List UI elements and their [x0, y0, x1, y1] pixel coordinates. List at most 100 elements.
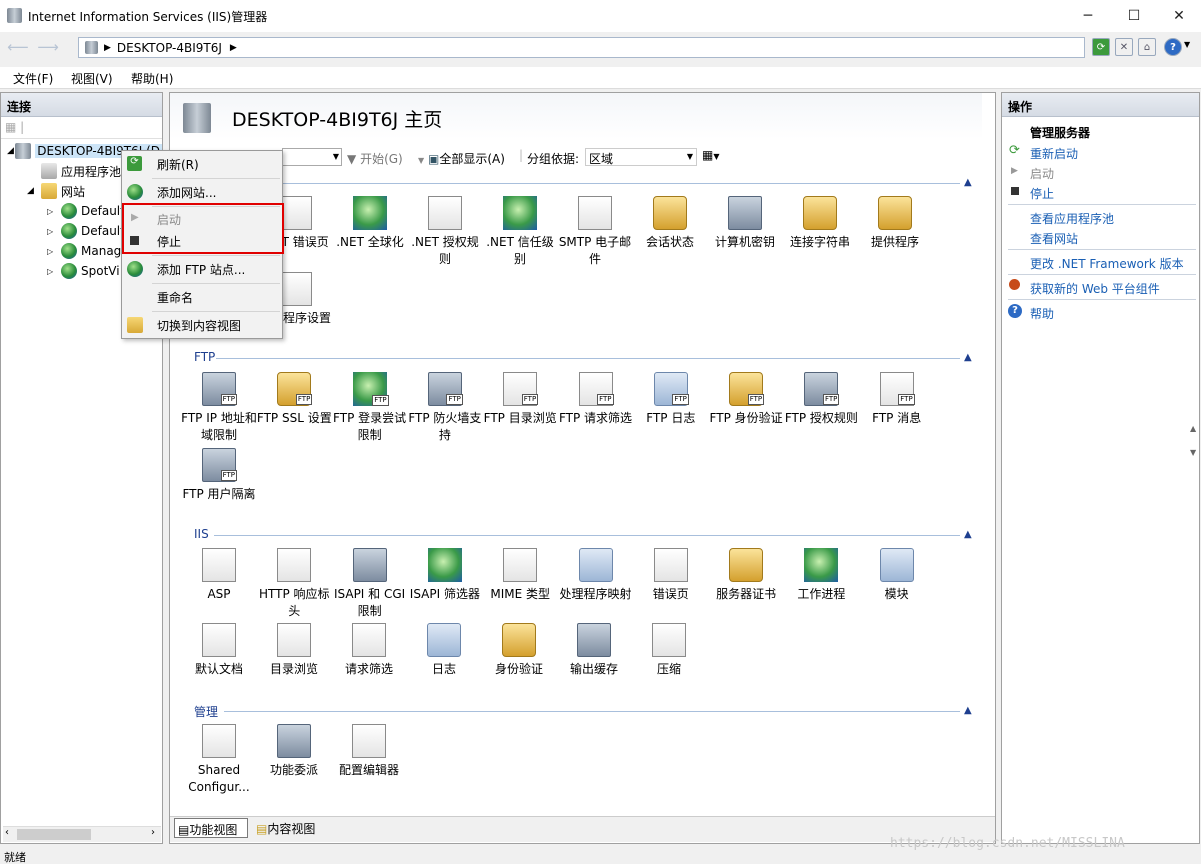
view-mode-button[interactable]: ▦▼	[702, 148, 720, 162]
feature-item[interactable]: 计算机密钥	[707, 196, 783, 280]
address-field[interactable]: ▶ DESKTOP-4BI9T6J ▶	[78, 37, 1085, 58]
feature-item[interactable]: FTP FTP 请求筛选	[558, 372, 634, 456]
ctx-add-ftp[interactable]: 添加 FTP 站点...	[122, 258, 282, 280]
feature-item[interactable]: .NET 授权规则	[407, 196, 483, 280]
feature-item[interactable]: FTP FTP 消息	[859, 372, 935, 456]
feature-icon	[352, 623, 386, 657]
feature-icon	[427, 548, 462, 582]
feature-item[interactable]: 功能委派	[256, 724, 332, 808]
feature-item[interactable]: ASP	[181, 548, 257, 632]
action-help[interactable]: 帮助	[1030, 305, 1054, 322]
forward-button[interactable]: ⟶	[34, 36, 62, 58]
menu-help[interactable]: 帮助(H)	[131, 70, 173, 87]
feature-item[interactable]: ISAPI 和 CGI 限制	[332, 548, 408, 632]
refresh-toolbar-button[interactable]: ⟳	[1092, 38, 1110, 56]
feature-item[interactable]: 默认文档	[181, 623, 257, 707]
menu-file[interactable]: 文件(F)	[13, 70, 53, 87]
scroll-left-icon[interactable]: ‹	[5, 827, 9, 838]
back-button[interactable]: ⟵	[4, 36, 32, 58]
feature-item[interactable]: FTP FTP IP 地址和域限制	[181, 372, 257, 456]
tab-features-view[interactable]: ▤功能视图	[174, 818, 248, 838]
feature-item[interactable]: 日志	[406, 623, 482, 707]
feature-item[interactable]: 身份验证	[481, 623, 557, 707]
stop-toolbar-button[interactable]: ✕	[1115, 38, 1133, 56]
collapse-icon[interactable]: ◢	[27, 186, 41, 196]
expand-icon[interactable]: ▷	[47, 227, 61, 236]
feature-item[interactable]: MIME 类型	[482, 548, 558, 632]
collapse-section-icon[interactable]: ▲	[964, 177, 972, 188]
feature-item[interactable]: 连接字符串	[782, 196, 858, 280]
scroll-right-icon[interactable]: ›	[151, 827, 155, 838]
home-toolbar-button[interactable]: ⌂	[1138, 38, 1156, 56]
feature-item[interactable]: FTP FTP 授权规则	[783, 372, 859, 456]
collapse-section-icon[interactable]: ▲	[964, 705, 972, 716]
action-restart[interactable]: 重新启动	[1030, 145, 1078, 162]
ftp-badge-icon: FTP	[898, 394, 915, 405]
filter-input[interactable]: ▼	[282, 148, 342, 166]
help-toolbar-button[interactable]: ?	[1164, 38, 1182, 56]
ctx-refresh[interactable]: ⟳ 刷新(R)	[122, 153, 282, 175]
feature-item[interactable]: 模块	[859, 548, 935, 632]
feature-item[interactable]: 错误页	[633, 548, 709, 632]
group-by-select[interactable]: 区域 ▼	[585, 148, 697, 166]
feature-item[interactable]: 工作进程	[783, 548, 859, 632]
show-all-button[interactable]: ▼ ▣全部显示(A)	[418, 150, 505, 167]
feature-item[interactable]: FTP FTP 用户隔离	[181, 448, 257, 532]
feature-item[interactable]: 输出缓存	[556, 623, 632, 707]
feature-icon	[728, 196, 762, 230]
tab-content-view[interactable]: ▤内容视图	[253, 820, 318, 837]
scroll-thumb[interactable]	[17, 829, 91, 840]
section-header-ftp[interactable]: FTP	[194, 350, 215, 368]
feature-label: FTP 身份验证	[709, 411, 783, 425]
feature-item[interactable]: 提供程序	[857, 196, 933, 280]
feature-item[interactable]: FTP FTP 身份验证	[708, 372, 784, 456]
feature-label: FTP SSL 设置	[256, 411, 332, 425]
feature-label: 工作进程	[797, 587, 846, 601]
feature-icon: FTP	[578, 372, 614, 406]
feature-item[interactable]: FTP FTP 目录浏览	[482, 372, 558, 456]
menu-view[interactable]: 视图(V)	[71, 70, 113, 87]
feature-item[interactable]: SMTP 电子邮件	[557, 196, 633, 280]
ctx-add-site[interactable]: 添加网站...	[122, 181, 282, 203]
action-view-sites[interactable]: 查看网站	[1030, 230, 1078, 247]
connect-icon[interactable]: ▦ |	[5, 120, 24, 134]
expand-icon[interactable]: ▷	[47, 267, 61, 276]
scroll-down-icon[interactable]: ▼	[1190, 448, 1196, 457]
action-change-net[interactable]: 更改 .NET Framework 版本	[1030, 255, 1184, 272]
feature-item[interactable]: 请求筛选	[331, 623, 407, 707]
collapse-section-icon[interactable]: ▲	[964, 529, 972, 540]
feature-item[interactable]: 处理程序映射	[558, 548, 634, 632]
feature-item[interactable]: FTP FTP SSL 设置	[256, 372, 332, 456]
action-start[interactable]: 启动	[1030, 165, 1054, 182]
feature-item[interactable]: Shared Configur...	[181, 724, 257, 808]
feature-item[interactable]: FTP FTP 防火墙支持	[407, 372, 483, 456]
horizontal-scrollbar[interactable]: ‹ ›	[3, 826, 161, 842]
feature-item[interactable]: HTTP 响应标头	[256, 548, 332, 632]
action-view-pools[interactable]: 查看应用程序池	[1030, 210, 1114, 227]
feature-item[interactable]: 压缩	[631, 623, 707, 707]
collapse-section-icon[interactable]: ▲	[964, 352, 972, 363]
minimize-button[interactable]: ─	[1065, 0, 1111, 32]
close-button[interactable]: ✕	[1156, 0, 1201, 32]
feature-item[interactable]: 服务器证书	[708, 548, 784, 632]
feature-item[interactable]: 会话状态	[632, 196, 708, 280]
expand-icon[interactable]: ▷	[47, 207, 61, 216]
feature-item[interactable]: FTP FTP 日志	[633, 372, 709, 456]
action-stop[interactable]: 停止	[1030, 185, 1054, 202]
expand-icon[interactable]: ▷	[47, 247, 61, 256]
maximize-button[interactable]: ☐	[1111, 0, 1157, 32]
scroll-up-icon[interactable]: ▲	[1190, 424, 1196, 433]
feature-item[interactable]: 配置编辑器	[331, 724, 407, 808]
feature-item[interactable]: FTP FTP 登录尝试限制	[332, 372, 408, 456]
feature-item[interactable]: .NET 信任级别	[482, 196, 558, 280]
collapse-icon[interactable]: ◢	[7, 146, 15, 156]
feature-item[interactable]: ISAPI 筛选器	[407, 548, 483, 632]
feature-item[interactable]: 目录浏览	[256, 623, 332, 707]
help-dropdown-icon[interactable]: ▼	[1184, 40, 1190, 49]
feature-item[interactable]: .NET 全球化	[332, 196, 408, 280]
ctx-rename[interactable]: 重命名	[122, 286, 282, 308]
feature-icon	[653, 196, 687, 230]
filter-start-button[interactable]: ▼ 开始(G)	[347, 150, 403, 167]
action-get-web[interactable]: 获取新的 Web 平台组件	[1030, 280, 1160, 297]
ctx-switch-content[interactable]: 切换到内容视图	[122, 314, 282, 336]
